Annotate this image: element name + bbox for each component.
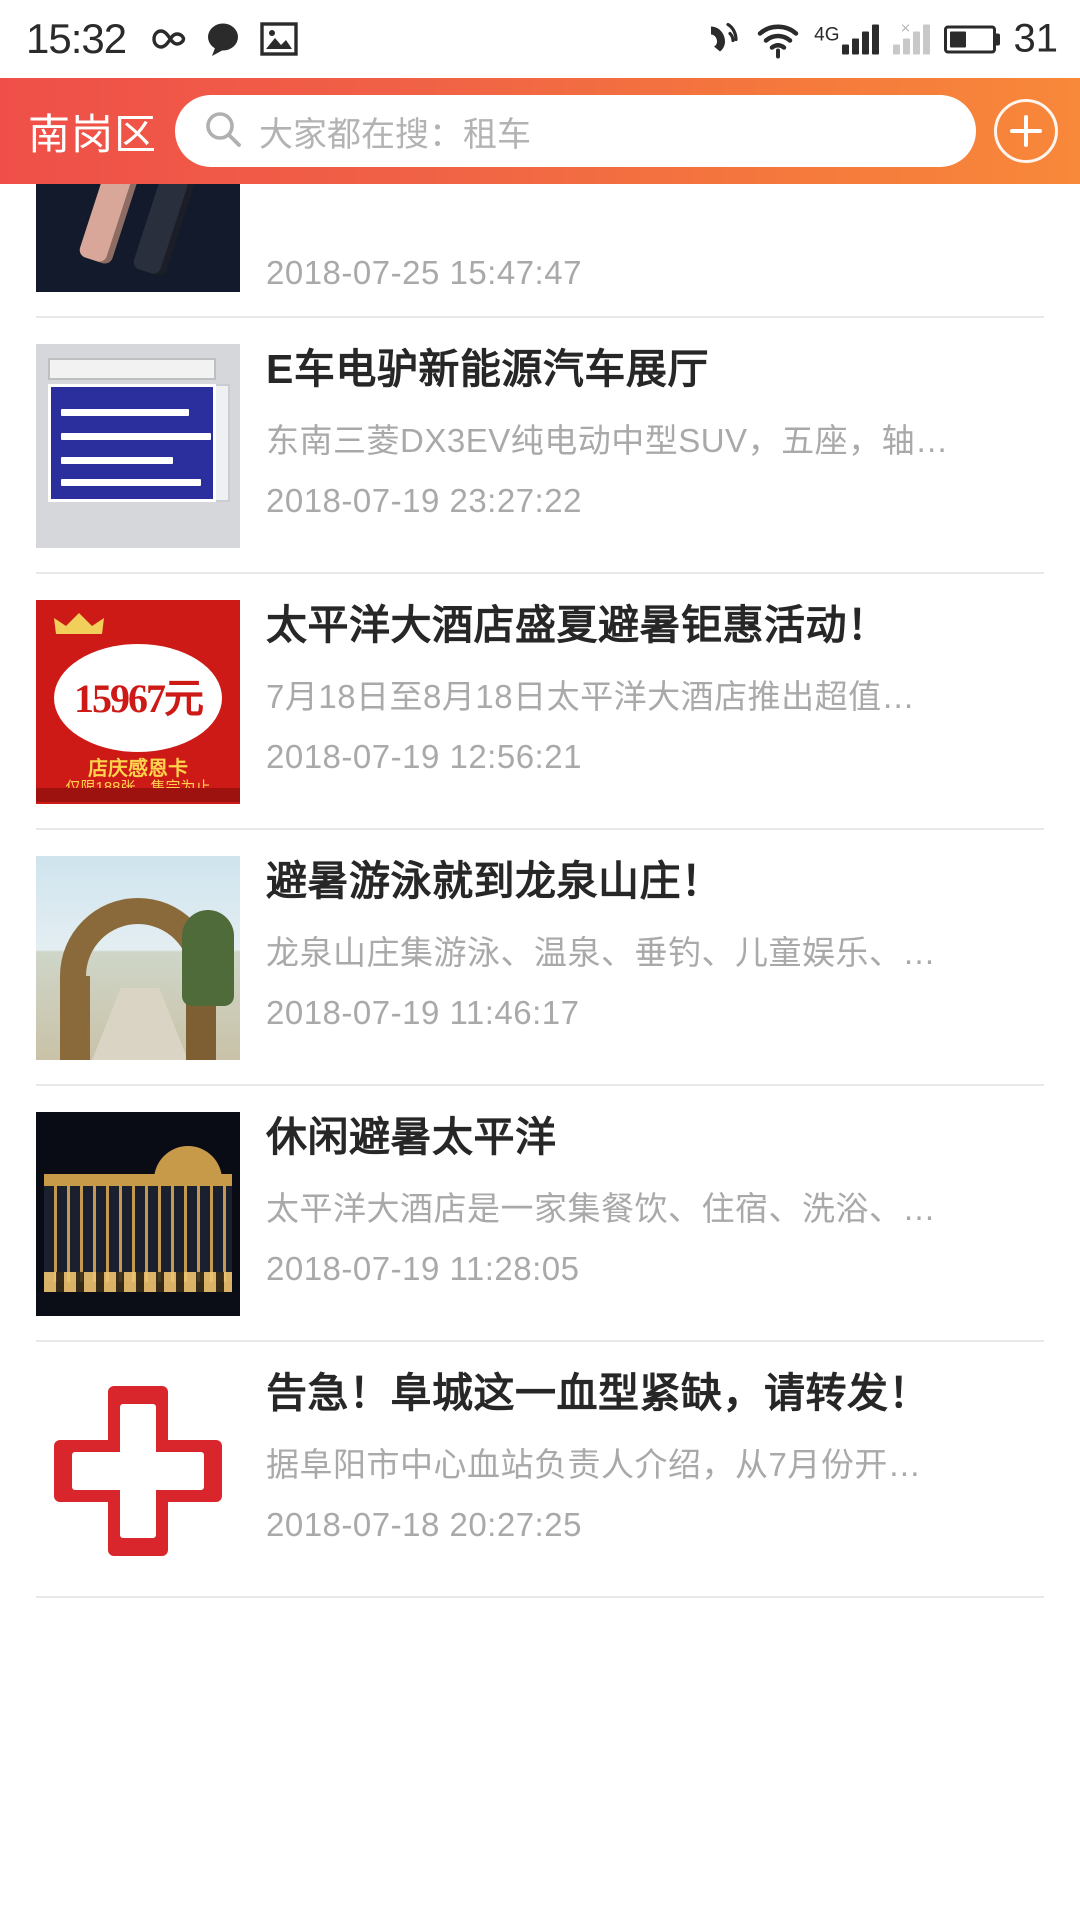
item-title: 休闲避暑太平洋 xyxy=(266,1114,557,1160)
crown-icon xyxy=(54,613,104,634)
thumbnail xyxy=(36,856,240,1060)
item-date: 2018-07-18 20:27:25 xyxy=(266,1505,582,1543)
item-description: 据阜阳市中心血站负责人介绍，从7月份开… xyxy=(266,1445,922,1483)
status-bar-right: 4G × 31 xyxy=(702,17,1058,62)
status-bar-left: 15:32 xyxy=(26,15,298,63)
status-bar: 15:32 4G × 31 xyxy=(0,0,1080,78)
chat-bubble-icon xyxy=(204,21,244,57)
thumbnail xyxy=(36,1368,240,1572)
list-item[interactable]: E车电驴新能源汽车展厅 东南三菱DX3EV纯电动中型SUV，五座，轴… 2018… xyxy=(0,318,1080,574)
item-body: E车电驴新能源汽车展厅 东南三菱DX3EV纯电动中型SUV，五座，轴… 2018… xyxy=(266,344,1046,548)
promo-price: 15967元 xyxy=(74,676,204,721)
item-body: 避暑游泳就到龙泉山庄！ 龙泉山庄集游泳、温泉、垂钓、儿童娱乐、… 2018-07… xyxy=(266,856,1046,1060)
photo-icon xyxy=(260,21,298,57)
add-post-button[interactable] xyxy=(994,99,1058,163)
item-title: 太平洋大酒店盛夏避暑钜惠活动！ xyxy=(266,602,889,648)
list-item[interactable]: 休闲避暑太平洋 太平洋大酒店是一家集餐饮、住宿、洗浴、… 2018-07-19 … xyxy=(0,1086,1080,1342)
item-description: 龙泉山庄集游泳、温泉、垂钓、儿童娱乐、… xyxy=(266,933,936,971)
item-body: 告急！阜城这一血型紧缺，请转发！ 据阜阳市中心血站负责人介绍，从7月份开… 20… xyxy=(266,1368,1046,1572)
item-date: 2018-07-25 15:47:47 xyxy=(266,254,582,291)
battery-percent: 31 xyxy=(1013,16,1059,61)
wifi-icon xyxy=(756,20,800,58)
region-selector[interactable]: 南岗区 xyxy=(28,101,157,162)
item-body: 休闲避暑太平洋 太平洋大酒店是一家集餐饮、住宿、洗浴、… 2018-07-19 … xyxy=(266,1112,1046,1316)
list-item[interactable]: 15967元 店庆感恩卡 仅限188张，售完为止 太平洋大酒店盛夏避暑钜惠活动！… xyxy=(0,574,1080,830)
item-description: 东南三菱DX3EV纯电动中型SUV，五座，轴… xyxy=(266,421,949,459)
item-title: E车电驴新能源汽车展厅 xyxy=(266,346,709,392)
item-date: 2018-07-19 11:46:17 xyxy=(266,993,580,1031)
app-header: 南岗区 大家都在搜：租车 xyxy=(0,78,1080,184)
call-icon xyxy=(702,20,742,58)
thumbnail xyxy=(36,1112,240,1316)
infinity-icon xyxy=(142,24,188,54)
list-item[interactable]: 避暑游泳就到龙泉山庄！ 龙泉山庄集游泳、温泉、垂钓、儿童娱乐、… 2018-07… xyxy=(0,830,1080,1086)
status-time: 15:32 xyxy=(26,15,127,62)
item-date: 2018-07-19 12:56:21 xyxy=(266,737,582,775)
item-title: 避暑游泳就到龙泉山庄！ xyxy=(266,858,723,904)
item-date: 2018-07-19 23:27:22 xyxy=(266,481,582,519)
thumbnail: 15967元 店庆感恩卡 仅限188张，售完为止 xyxy=(36,600,240,804)
search-placeholder: 大家都在搜：租车 xyxy=(259,115,532,154)
search-icon xyxy=(203,109,243,154)
search-input[interactable]: 大家都在搜：租车 xyxy=(175,95,976,167)
signal-icon: 4G xyxy=(814,24,879,54)
item-body: 太平洋大酒店盛夏避暑钜惠活动！ 7月18日至8月18日太平洋大酒店推出超值… 2… xyxy=(266,600,1046,804)
item-description: 太平洋大酒店是一家集餐饮、住宿、洗浴、… xyxy=(266,1189,936,1227)
no-sim-icon: × xyxy=(900,18,911,37)
item-title: 告急！阜城这一血型紧缺，请转发！ xyxy=(266,1370,930,1416)
list-item[interactable]: 告急！阜城这一血型紧缺，请转发！ 据阜阳市中心血站负责人介绍，从7月份开… 20… xyxy=(0,1342,1080,1598)
item-date: 2018-07-19 11:28:05 xyxy=(266,1249,580,1287)
thumbnail xyxy=(36,344,240,548)
signal-secondary-icon: × xyxy=(892,18,930,54)
battery-icon xyxy=(943,25,996,53)
article-list: 1880 2018-07-25 15:47:47 E车电驴新能源汽车展厅 东南三… xyxy=(0,88,1080,1598)
item-description: 7月18日至8月18日太平洋大酒店推出超值… xyxy=(266,677,916,715)
network-type-label: 4G xyxy=(814,24,840,45)
